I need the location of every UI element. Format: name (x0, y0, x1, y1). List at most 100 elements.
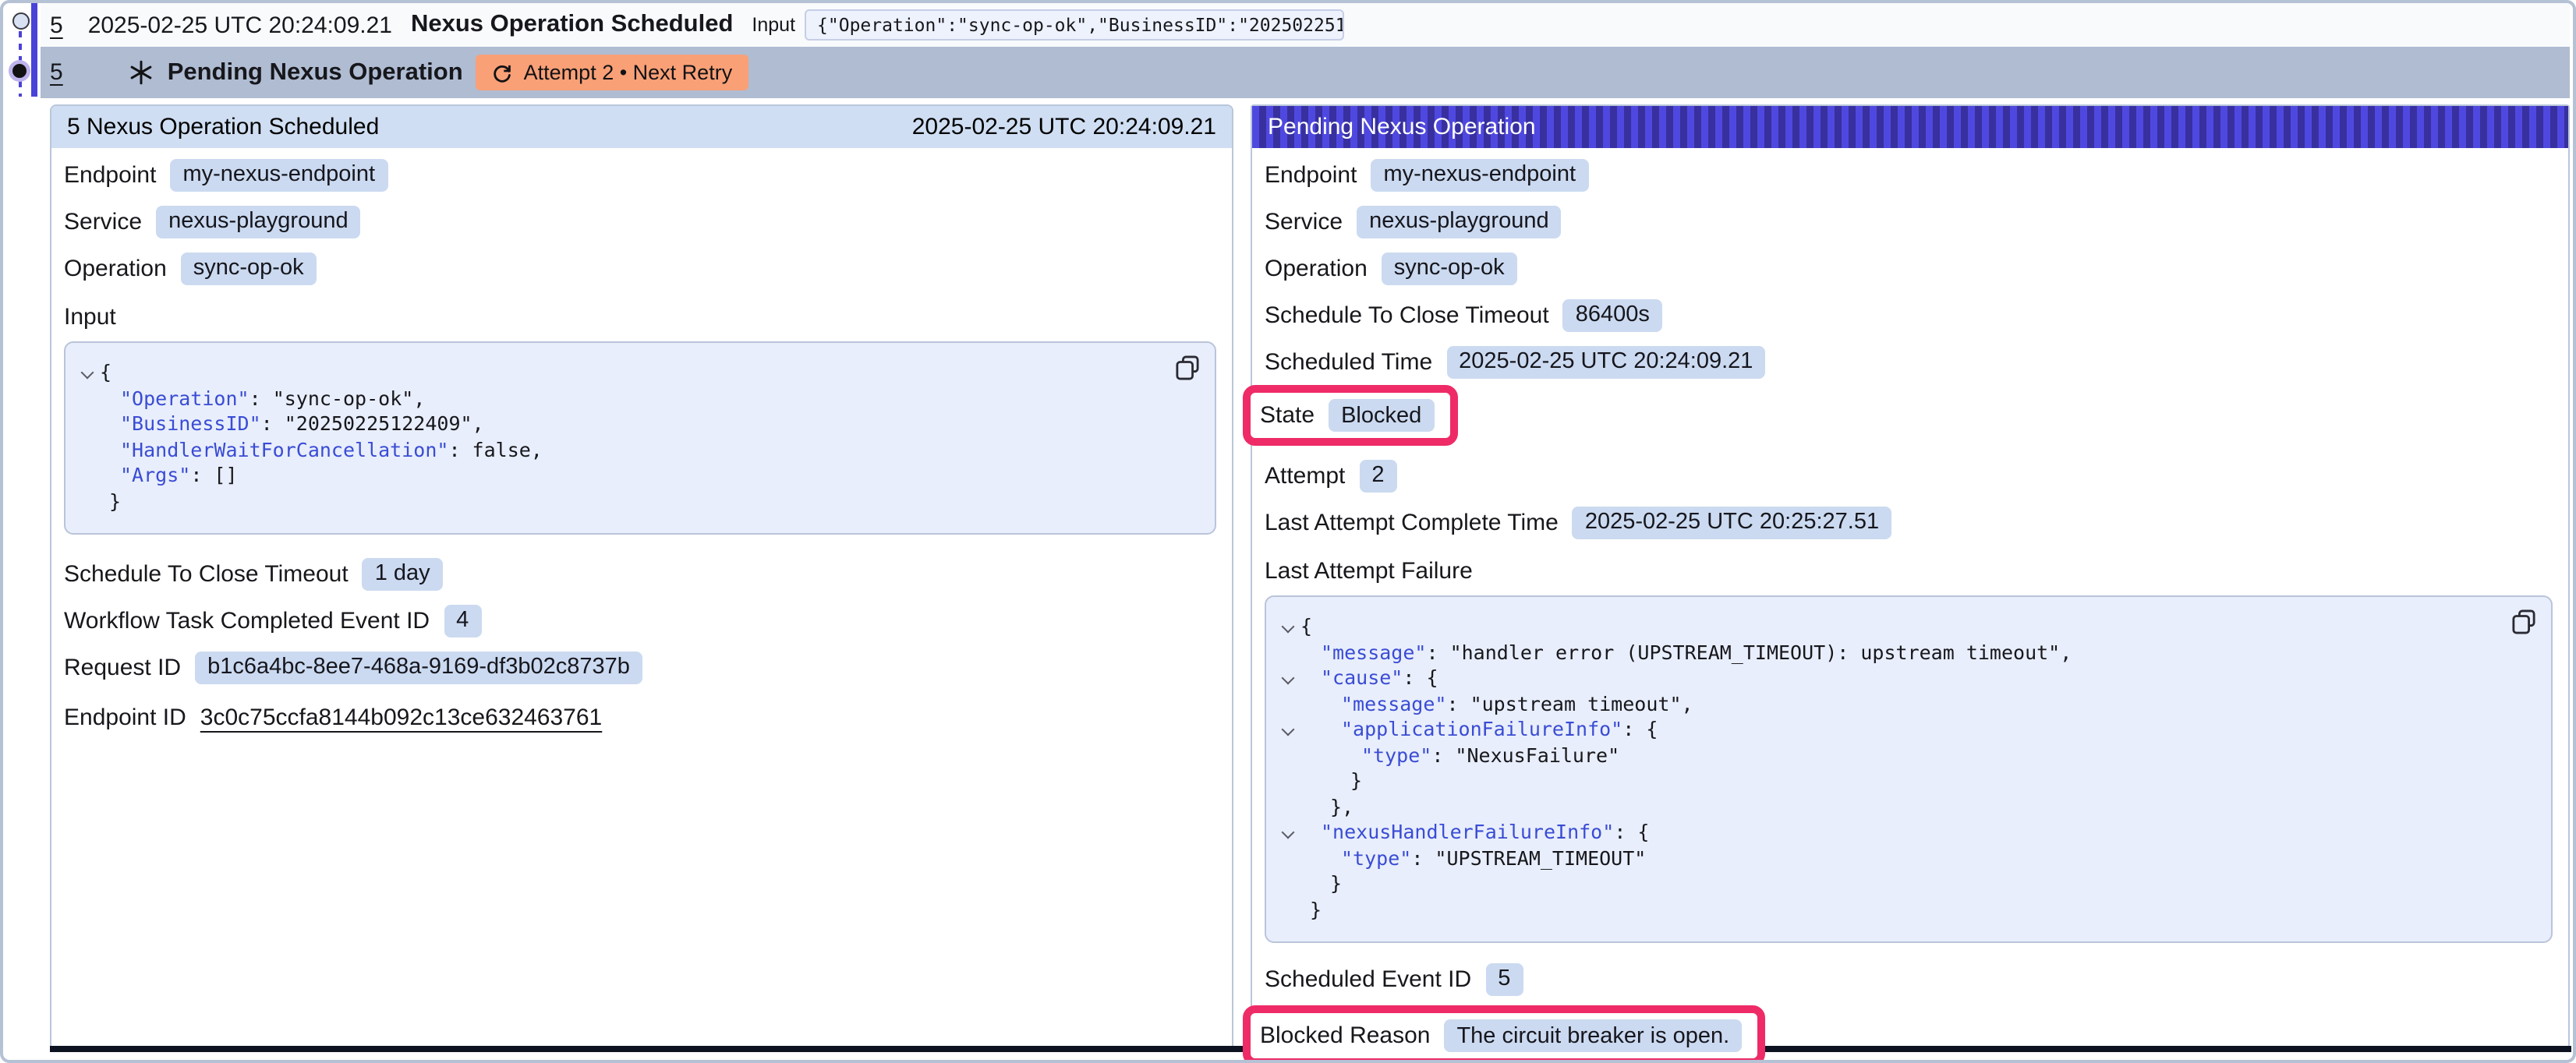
field-value-badge: sync-op-ok (181, 252, 317, 284)
field-row-operation: Operation sync-op-ok (1265, 251, 2553, 285)
field-value-badge: 1 day (363, 557, 443, 590)
json-key: "Args" (120, 463, 190, 489)
field-label: Attempt (1265, 462, 1345, 489)
json-key: "message" (1321, 640, 1426, 666)
json-text: } (1300, 871, 1342, 897)
failure-json-viewer: { "message": "handler error (UPSTREAM_TI… (1265, 595, 2553, 943)
scheduled-event-detail-panel: 5 Nexus Operation Scheduled 2025-02-25 U… (50, 104, 1233, 1051)
field-label: Scheduled Time (1265, 348, 1432, 375)
last-attempt-failure-label: Last Attempt Failure (1265, 558, 2553, 586)
json-key: "HandlerWaitForCancellation" (120, 437, 448, 463)
hollow-circle-icon (12, 12, 30, 30)
field-row-endpoint-id: Endpoint ID 3c0c75ccfa8144b092c13ce63246… (64, 700, 1216, 734)
field-label: Endpoint (1265, 161, 1357, 188)
event-id-link[interactable]: 5 (50, 59, 63, 86)
endpoint-id-link[interactable]: 3c0c75ccfa8144b092c13ce632463761 (200, 704, 602, 730)
asterisk-icon (129, 59, 155, 86)
field-value-badge: 5 (1485, 962, 1523, 995)
copy-icon[interactable] (1176, 355, 1199, 380)
field-row-request-id: Request ID b1c6a4bc-8ee7-468a-9169-df3b0… (64, 650, 1216, 684)
json-key: "Operation" (120, 386, 249, 411)
scheduled-event-header-title: 5 Nexus Operation Scheduled (67, 114, 379, 140)
field-value-badge: 2025-02-25 UTC 20:25:27.51 (1573, 506, 1891, 539)
json-text: : false, (448, 437, 542, 463)
scheduled-event-header: 5 Nexus Operation Scheduled 2025-02-25 U… (51, 106, 1232, 148)
json-text: }, (1300, 794, 1353, 820)
field-label: Endpoint ID (64, 704, 186, 730)
field-label: Last Attempt Complete Time (1265, 509, 1559, 535)
field-label: Schedule To Close Timeout (64, 560, 349, 587)
field-row-last-attempt-complete-time: Last Attempt Complete Time 2025-02-25 UT… (1265, 505, 2553, 539)
field-value-badge: 4 (444, 604, 481, 637)
event-row-nexus-operation-scheduled[interactable]: 5 2025-02-25 UTC 20:24:09.21 Nexus Opera… (41, 3, 2570, 47)
json-text: : "20250225122409", (261, 411, 484, 437)
attempt-retry-badge: Attempt 2 • Next Retry (476, 55, 748, 90)
input-preview-badge: {"Operation":"sync-op-ok","BusinessID":"… (805, 9, 1344, 41)
json-key: "message" (1341, 691, 1446, 717)
field-value-badge: my-nexus-endpoint (1371, 158, 1588, 191)
blocked-reason-highlight-box: Blocked Reason The circuit breaker is op… (1243, 1005, 1765, 1063)
field-row-scheduled-time: Scheduled Time 2025-02-25 UTC 20:24:09.2… (1265, 344, 2553, 379)
json-text: : { (1622, 717, 1658, 743)
state-field-highlight-box: State Blocked (1243, 385, 1457, 446)
field-value-badge: 86400s (1563, 298, 1662, 331)
field-label: Workflow Task Completed Event ID (64, 607, 430, 634)
chevron-down-icon[interactable] (1276, 623, 1300, 632)
field-row-endpoint: Endpoint my-nexus-endpoint (1265, 157, 2553, 192)
field-label: Operation (64, 255, 167, 281)
event-title: Pending Nexus Operation (168, 58, 463, 87)
json-key: "cause" (1321, 666, 1403, 691)
field-row-schedule-to-close-timeout: Schedule To Close Timeout 1 day (64, 556, 1216, 591)
filled-dot-icon (12, 64, 27, 78)
chevron-down-icon[interactable] (1276, 828, 1300, 838)
json-text: : "upstream timeout", (1446, 691, 1693, 717)
json-text: : [] (190, 463, 237, 489)
json-text: } (1300, 897, 1322, 923)
json-text: { (100, 360, 111, 386)
blocked-reason-value-badge: The circuit breaker is open. (1444, 1019, 1742, 1052)
copy-icon[interactable] (2512, 609, 2535, 634)
scheduled-event-header-time: 2025-02-25 UTC 20:24:09.21 (912, 114, 1216, 140)
input-json-viewer: { "Operation": "sync-op-ok", "BusinessID… (64, 341, 1216, 535)
json-text: : "sync-op-ok", (249, 386, 426, 411)
field-row-scheduled-event-id: Scheduled Event ID 5 (1265, 962, 2553, 996)
event-row-pending-nexus-operation[interactable]: 5 Pending Nexus Operation Attempt 2 • Ne… (41, 47, 2570, 98)
field-row-service: Service nexus-playground (1265, 204, 2553, 238)
event-timestamp: 2025-02-25 UTC 20:24:09.21 (88, 12, 392, 38)
json-text: : { (1403, 666, 1438, 691)
input-section-label: Input (64, 304, 1216, 332)
field-value-badge: nexus-playground (156, 205, 361, 238)
json-key: "nexusHandlerFailureInfo" (1321, 820, 1614, 846)
field-label: Schedule To Close Timeout (1265, 302, 1549, 328)
retry-circular-arrow-icon (491, 62, 513, 83)
field-value-badge: my-nexus-endpoint (170, 158, 387, 191)
json-text: : "NexusFailure" (1431, 743, 1619, 768)
attempt-retry-label: Attempt 2 • Next Retry (524, 61, 733, 84)
event-id-link[interactable]: 5 (50, 12, 63, 38)
event-history-panel: 5 2025-02-25 UTC 20:24:09.21 Nexus Opera… (0, 0, 2576, 1063)
chevron-down-icon[interactable] (1276, 674, 1300, 683)
pending-operation-header-title: Pending Nexus Operation (1268, 114, 1536, 140)
pending-operation-header: Pending Nexus Operation (1252, 106, 2568, 148)
field-value-badge: nexus-playground (1357, 205, 1562, 238)
chevron-down-icon[interactable] (1276, 726, 1300, 735)
field-label: State (1260, 402, 1315, 429)
event-title: Nexus Operation Scheduled (411, 11, 733, 39)
field-label: Blocked Reason (1260, 1022, 1430, 1049)
field-value-badge: 2025-02-25 UTC 20:24:09.21 (1446, 345, 1765, 378)
chevron-down-icon[interactable] (75, 369, 100, 378)
field-row-schedule-to-close-timeout: Schedule To Close Timeout 86400s (1265, 298, 2553, 332)
field-label: Service (64, 208, 142, 235)
selected-group-bar (31, 3, 37, 97)
field-label: Service (1265, 208, 1343, 235)
json-text: : { (1614, 820, 1649, 846)
field-label: Scheduled Event ID (1265, 966, 1471, 992)
field-row-workflow-task-completed-event-id: Workflow Task Completed Event ID 4 (64, 603, 1216, 637)
field-value-badge: b1c6a4bc-8ee7-468a-9169-df3b02c8737b (195, 651, 642, 683)
json-text: : "UPSTREAM_TIMEOUT" (1411, 846, 1646, 871)
json-text: { (1300, 614, 1312, 640)
field-row-endpoint: Endpoint my-nexus-endpoint (64, 157, 1216, 192)
json-key: "type" (1341, 846, 1411, 871)
field-label: Operation (1265, 255, 1368, 281)
field-label: Request ID (64, 654, 181, 680)
